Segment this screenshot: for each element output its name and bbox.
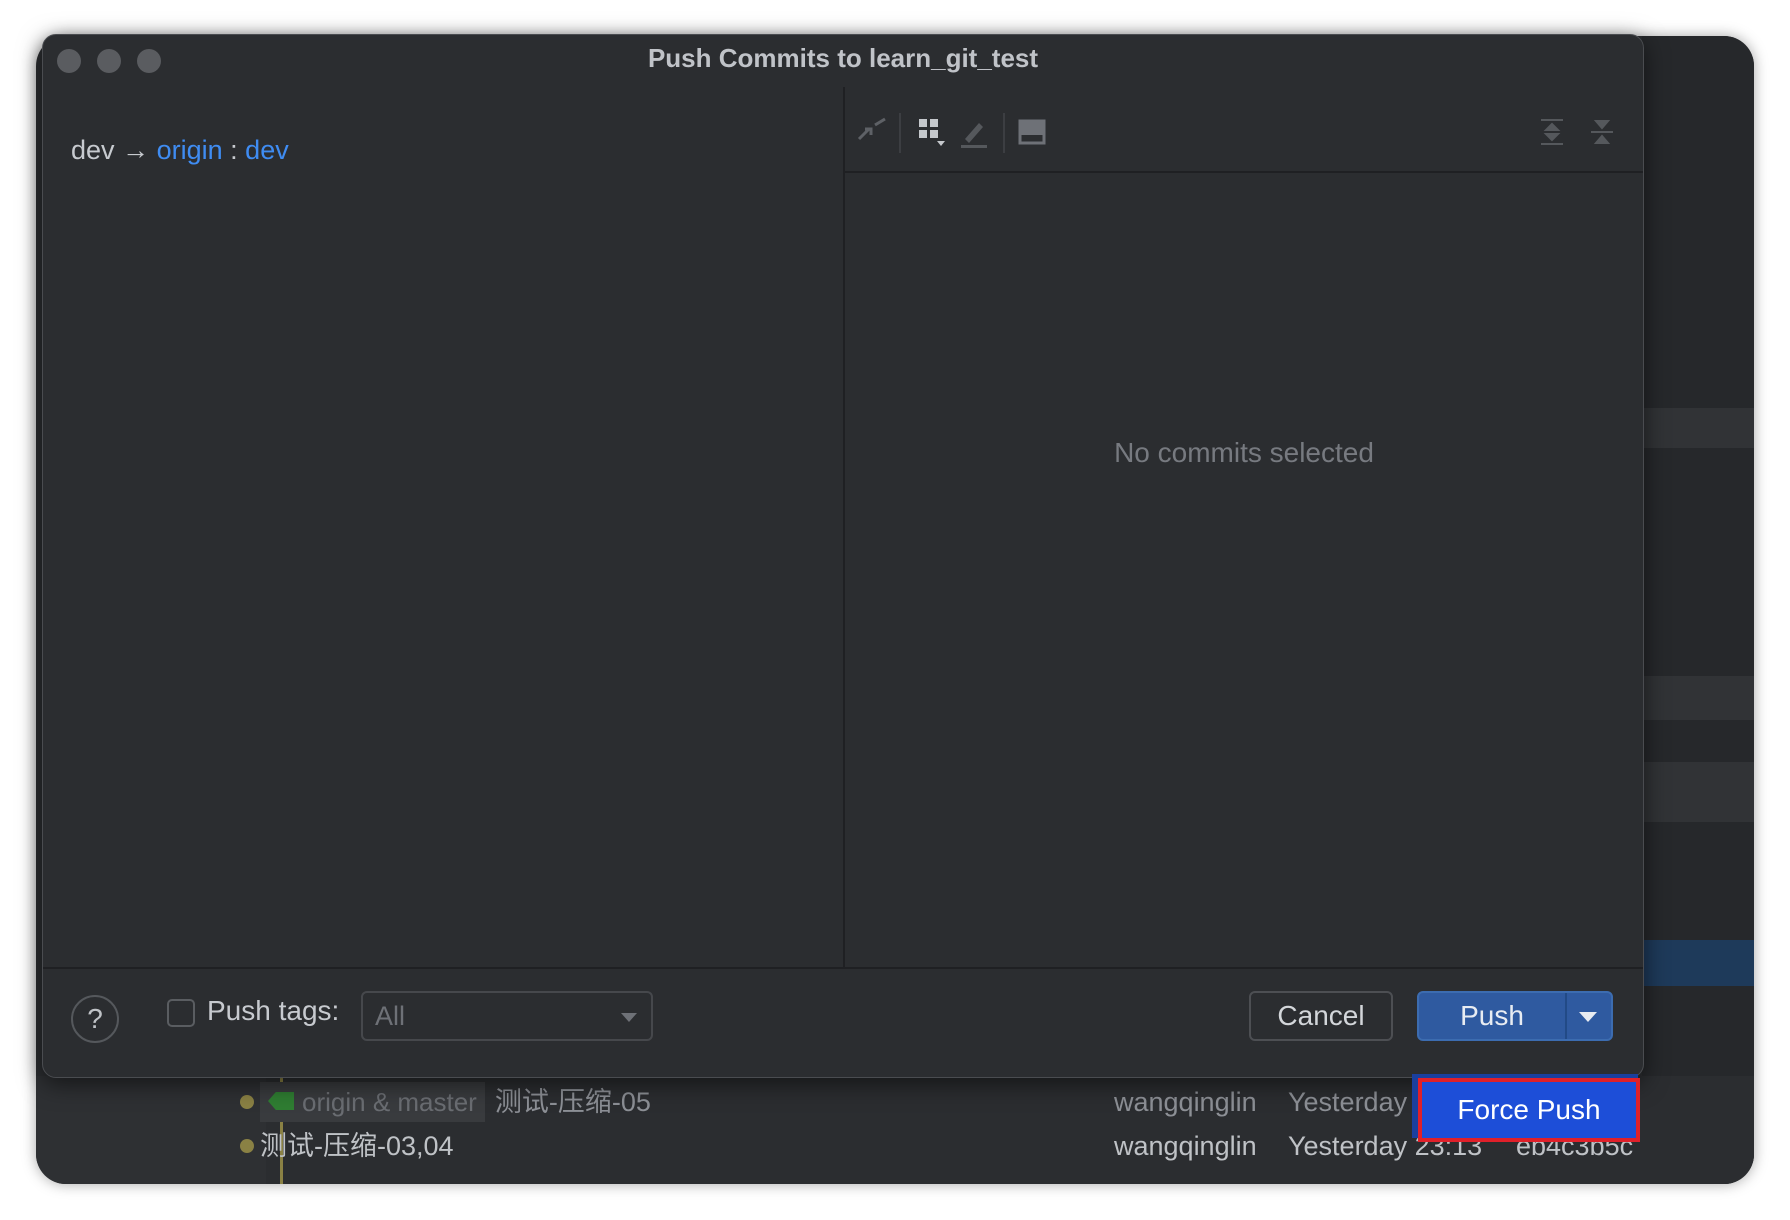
branch-separator: : <box>230 135 238 165</box>
ide-row-band <box>1642 762 1754 822</box>
empty-state-message: No commits selected <box>1114 437 1374 468</box>
help-button[interactable]: ? <box>71 995 119 1043</box>
commit-message: 测试-压缩-03,04 <box>260 1131 454 1161</box>
changes-toolbar <box>845 87 1643 173</box>
arrow-right-icon: → <box>122 135 150 165</box>
commit-node-icon <box>240 1139 254 1153</box>
edit-icon[interactable] <box>957 115 991 149</box>
cancel-button[interactable]: Cancel <box>1249 991 1393 1041</box>
split-separator <box>1565 993 1567 1039</box>
branch-mapping[interactable]: dev → origin : dev <box>71 135 289 166</box>
branch-tag-label: origin & master <box>302 1087 477 1117</box>
push-split-button[interactable]: Push <box>1417 991 1613 1041</box>
expand-all-icon[interactable] <box>1535 115 1569 149</box>
ide-row-band <box>1642 408 1754 448</box>
dialog-footer: ? Push tags: All Cancel Push <box>43 967 1643 1077</box>
push-tags-selected-value: All <box>375 1001 406 1031</box>
changes-panel: No commits selected <box>845 87 1643 967</box>
branch-tag: origin & master <box>260 1082 485 1122</box>
title-bar: Push Commits to learn_git_test <box>43 35 1643 87</box>
group-by-icon[interactable] <box>915 115 949 149</box>
push-tags-select[interactable]: All <box>361 991 653 1041</box>
ide-right-panel <box>1642 36 1754 1184</box>
commit-author: wangqinglin <box>1114 1131 1257 1161</box>
commit-node-icon <box>240 1095 254 1109</box>
remote-name-link[interactable]: origin <box>157 135 223 165</box>
toolbar-separator <box>899 113 901 153</box>
ide-row-band <box>1642 676 1754 720</box>
force-push-menu-item[interactable]: Force Push <box>1418 1078 1640 1142</box>
toolbar-separator <box>1003 113 1005 153</box>
ide-selected-row <box>1642 940 1754 986</box>
commit-message: 测试-压缩-05 <box>494 1087 651 1117</box>
push-dialog: Push Commits to learn_git_test dev → ori… <box>42 34 1644 1078</box>
dropdown-arrow-icon[interactable] <box>1579 1012 1597 1022</box>
ide-left-pane <box>36 1076 266 1184</box>
tag-icon <box>268 1092 294 1110</box>
push-tags-label[interactable]: Push tags: <box>207 995 339 1027</box>
push-button[interactable]: Push <box>1419 993 1565 1039</box>
push-tags-checkbox[interactable] <box>167 999 195 1027</box>
commit-date: Yesterday <box>1288 1087 1408 1117</box>
local-branch: dev <box>71 135 115 165</box>
preview-icon[interactable] <box>1015 115 1049 149</box>
commits-panel: dev → origin : dev <box>43 87 843 967</box>
chevron-down-icon <box>621 1013 637 1022</box>
dialog-title: Push Commits to learn_git_test <box>647 43 1039 73</box>
remote-branch-link[interactable]: dev <box>245 135 289 165</box>
commit-author: wangqinglin <box>1114 1087 1257 1117</box>
collapse-all-icon[interactable] <box>1585 115 1619 149</box>
compare-icon[interactable] <box>855 115 889 149</box>
